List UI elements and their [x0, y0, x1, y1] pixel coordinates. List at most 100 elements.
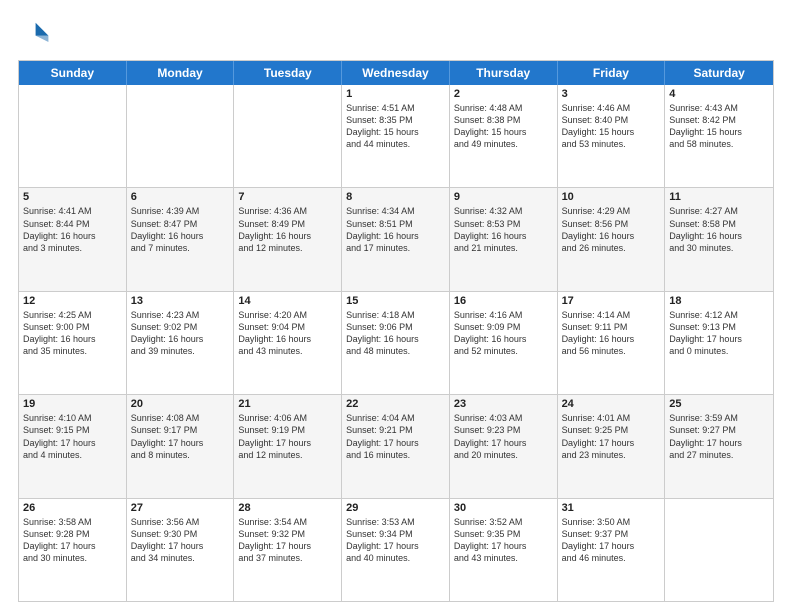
- calendar-cell: [19, 85, 127, 187]
- calendar-cell: 24 Sunrise: 4:01 AM Sunset: 9:25 PM Dayli…: [558, 395, 666, 497]
- day-info: Sunrise: 4:03 AM Sunset: 9:23 PM Dayligh…: [454, 412, 553, 461]
- header: [18, 18, 774, 50]
- calendar-cell: 8 Sunrise: 4:34 AM Sunset: 8:51 PM Daylig…: [342, 188, 450, 290]
- day-info: Sunrise: 4:46 AM Sunset: 8:40 PM Dayligh…: [562, 102, 661, 151]
- logo-icon: [18, 18, 50, 50]
- calendar-cell: [665, 499, 773, 601]
- day-info: Sunrise: 4:41 AM Sunset: 8:44 PM Dayligh…: [23, 205, 122, 254]
- page: Sunday Monday Tuesday Wednesday Thursday…: [0, 0, 792, 612]
- calendar-cell: 7Sunrise: 4:36 AM Sunset: 8:49 PM Daylig…: [234, 188, 342, 290]
- calendar-cell: [234, 85, 342, 187]
- calendar-cell: 27Sunrise: 3:56 AM Sunset: 9:30 PM Dayli…: [127, 499, 235, 601]
- logo: [18, 18, 54, 50]
- day-number: 23: [454, 398, 553, 410]
- day-info: Sunrise: 4:20 AM Sunset: 9:04 PM Dayligh…: [238, 309, 337, 358]
- calendar-cell: 15 Sunrise: 4:18 AM Sunset: 9:06 PM Dayli…: [342, 292, 450, 394]
- header-monday: Monday: [127, 61, 235, 85]
- calendar-row: 5 Sunrise: 4:41 AM Sunset: 8:44 PM Daylig…: [19, 187, 773, 290]
- calendar-cell: 31 Sunrise: 3:50 AM Sunset: 9:37 PM Dayli…: [558, 499, 666, 601]
- calendar-cell: 18 Sunrise: 4:12 AM Sunset: 9:13 PM Dayli…: [665, 292, 773, 394]
- calendar-row: 12 Sunrise: 4:25 AM Sunset: 9:00 PM Dayli…: [19, 291, 773, 394]
- day-number: 30: [454, 502, 553, 514]
- calendar-cell: 20Sunrise: 4:08 AM Sunset: 9:17 PM Dayli…: [127, 395, 235, 497]
- day-info: Sunrise: 4:36 AM Sunset: 8:49 PM Dayligh…: [238, 205, 337, 254]
- day-number: 21: [238, 398, 337, 410]
- calendar-cell: 1 Sunrise: 4:51 AM Sunset: 8:35 PM Daylig…: [342, 85, 450, 187]
- day-info: Sunrise: 3:50 AM Sunset: 9:37 PM Dayligh…: [562, 516, 661, 565]
- day-number: 3: [562, 88, 661, 100]
- day-info: Sunrise: 3:52 AM Sunset: 9:35 PM Dayligh…: [454, 516, 553, 565]
- day-number: 27: [131, 502, 230, 514]
- calendar-cell: [127, 85, 235, 187]
- calendar-cell: 2 Sunrise: 4:48 AM Sunset: 8:38 PM Daylig…: [450, 85, 558, 187]
- header-wednesday: Wednesday: [342, 61, 450, 85]
- day-info: Sunrise: 4:08 AM Sunset: 9:17 PM Dayligh…: [131, 412, 230, 461]
- day-number: 10: [562, 191, 661, 203]
- day-number: 18: [669, 295, 769, 307]
- day-info: Sunrise: 4:48 AM Sunset: 8:38 PM Dayligh…: [454, 102, 553, 151]
- day-number: 12: [23, 295, 122, 307]
- day-number: 9: [454, 191, 553, 203]
- calendar-cell: 10 Sunrise: 4:29 AM Sunset: 8:56 PM Dayli…: [558, 188, 666, 290]
- calendar-cell: 6 Sunrise: 4:39 AM Sunset: 8:47 PM Daylig…: [127, 188, 235, 290]
- calendar-cell: 21 Sunrise: 4:06 AM Sunset: 9:19 PM Dayli…: [234, 395, 342, 497]
- day-info: Sunrise: 3:59 AM Sunset: 9:27 PM Dayligh…: [669, 412, 769, 461]
- calendar-cell: 19 Sunrise: 4:10 AM Sunset: 9:15 PM Dayli…: [19, 395, 127, 497]
- header-saturday: Saturday: [665, 61, 773, 85]
- day-number: 25: [669, 398, 769, 410]
- calendar-cell: 25 Sunrise: 3:59 AM Sunset: 9:27 PM Dayli…: [665, 395, 773, 497]
- day-info: Sunrise: 4:18 AM Sunset: 9:06 PM Dayligh…: [346, 309, 445, 358]
- calendar-cell: 28Sunrise: 3:54 AM Sunset: 9:32 PM Dayli…: [234, 499, 342, 601]
- calendar-cell: 30 Sunrise: 3:52 AM Sunset: 9:35 PM Dayli…: [450, 499, 558, 601]
- day-number: 13: [131, 295, 230, 307]
- day-number: 29: [346, 502, 445, 514]
- day-number: 5: [23, 191, 122, 203]
- day-number: 26: [23, 502, 122, 514]
- calendar-cell: 3 Sunrise: 4:46 AM Sunset: 8:40 PM Daylig…: [558, 85, 666, 187]
- calendar-row: 26 Sunrise: 3:58 AM Sunset: 9:28 PM Dayli…: [19, 498, 773, 601]
- calendar-cell: 13 Sunrise: 4:23 AM Sunset: 9:02 PM Dayli…: [127, 292, 235, 394]
- day-number: 2: [454, 88, 553, 100]
- day-info: Sunrise: 4:12 AM Sunset: 9:13 PM Dayligh…: [669, 309, 769, 358]
- day-number: 31: [562, 502, 661, 514]
- day-info: Sunrise: 4:14 AM Sunset: 9:11 PM Dayligh…: [562, 309, 661, 358]
- calendar-cell: 14Sunrise: 4:20 AM Sunset: 9:04 PM Dayli…: [234, 292, 342, 394]
- day-number: 6: [131, 191, 230, 203]
- calendar-body: 1 Sunrise: 4:51 AM Sunset: 8:35 PM Daylig…: [19, 85, 773, 601]
- day-number: 15: [346, 295, 445, 307]
- calendar-cell: 9 Sunrise: 4:32 AM Sunset: 8:53 PM Daylig…: [450, 188, 558, 290]
- day-number: 17: [562, 295, 661, 307]
- header-tuesday: Tuesday: [234, 61, 342, 85]
- day-number: 22: [346, 398, 445, 410]
- calendar-cell: 16Sunrise: 4:16 AM Sunset: 9:09 PM Dayli…: [450, 292, 558, 394]
- day-number: 11: [669, 191, 769, 203]
- day-info: Sunrise: 4:39 AM Sunset: 8:47 PM Dayligh…: [131, 205, 230, 254]
- calendar-row: 1 Sunrise: 4:51 AM Sunset: 8:35 PM Daylig…: [19, 85, 773, 187]
- day-info: Sunrise: 4:43 AM Sunset: 8:42 PM Dayligh…: [669, 102, 769, 151]
- day-info: Sunrise: 3:58 AM Sunset: 9:28 PM Dayligh…: [23, 516, 122, 565]
- day-number: 1: [346, 88, 445, 100]
- day-info: Sunrise: 4:06 AM Sunset: 9:19 PM Dayligh…: [238, 412, 337, 461]
- header-thursday: Thursday: [450, 61, 558, 85]
- day-info: Sunrise: 4:51 AM Sunset: 8:35 PM Dayligh…: [346, 102, 445, 151]
- day-info: Sunrise: 4:34 AM Sunset: 8:51 PM Dayligh…: [346, 205, 445, 254]
- day-info: Sunrise: 4:25 AM Sunset: 9:00 PM Dayligh…: [23, 309, 122, 358]
- calendar-cell: 12 Sunrise: 4:25 AM Sunset: 9:00 PM Dayli…: [19, 292, 127, 394]
- day-info: Sunrise: 4:32 AM Sunset: 8:53 PM Dayligh…: [454, 205, 553, 254]
- day-number: 16: [454, 295, 553, 307]
- day-number: 24: [562, 398, 661, 410]
- calendar-header: Sunday Monday Tuesday Wednesday Thursday…: [19, 61, 773, 85]
- calendar-cell: 22Sunrise: 4:04 AM Sunset: 9:21 PM Dayli…: [342, 395, 450, 497]
- calendar: Sunday Monday Tuesday Wednesday Thursday…: [18, 60, 774, 602]
- header-friday: Friday: [558, 61, 666, 85]
- calendar-cell: 4 Sunrise: 4:43 AM Sunset: 8:42 PM Daylig…: [665, 85, 773, 187]
- day-info: Sunrise: 4:27 AM Sunset: 8:58 PM Dayligh…: [669, 205, 769, 254]
- calendar-cell: 5 Sunrise: 4:41 AM Sunset: 8:44 PM Daylig…: [19, 188, 127, 290]
- day-info: Sunrise: 4:23 AM Sunset: 9:02 PM Dayligh…: [131, 309, 230, 358]
- day-info: Sunrise: 4:10 AM Sunset: 9:15 PM Dayligh…: [23, 412, 122, 461]
- day-info: Sunrise: 4:01 AM Sunset: 9:25 PM Dayligh…: [562, 412, 661, 461]
- day-number: 19: [23, 398, 122, 410]
- day-number: 4: [669, 88, 769, 100]
- day-info: Sunrise: 4:29 AM Sunset: 8:56 PM Dayligh…: [562, 205, 661, 254]
- day-number: 8: [346, 191, 445, 203]
